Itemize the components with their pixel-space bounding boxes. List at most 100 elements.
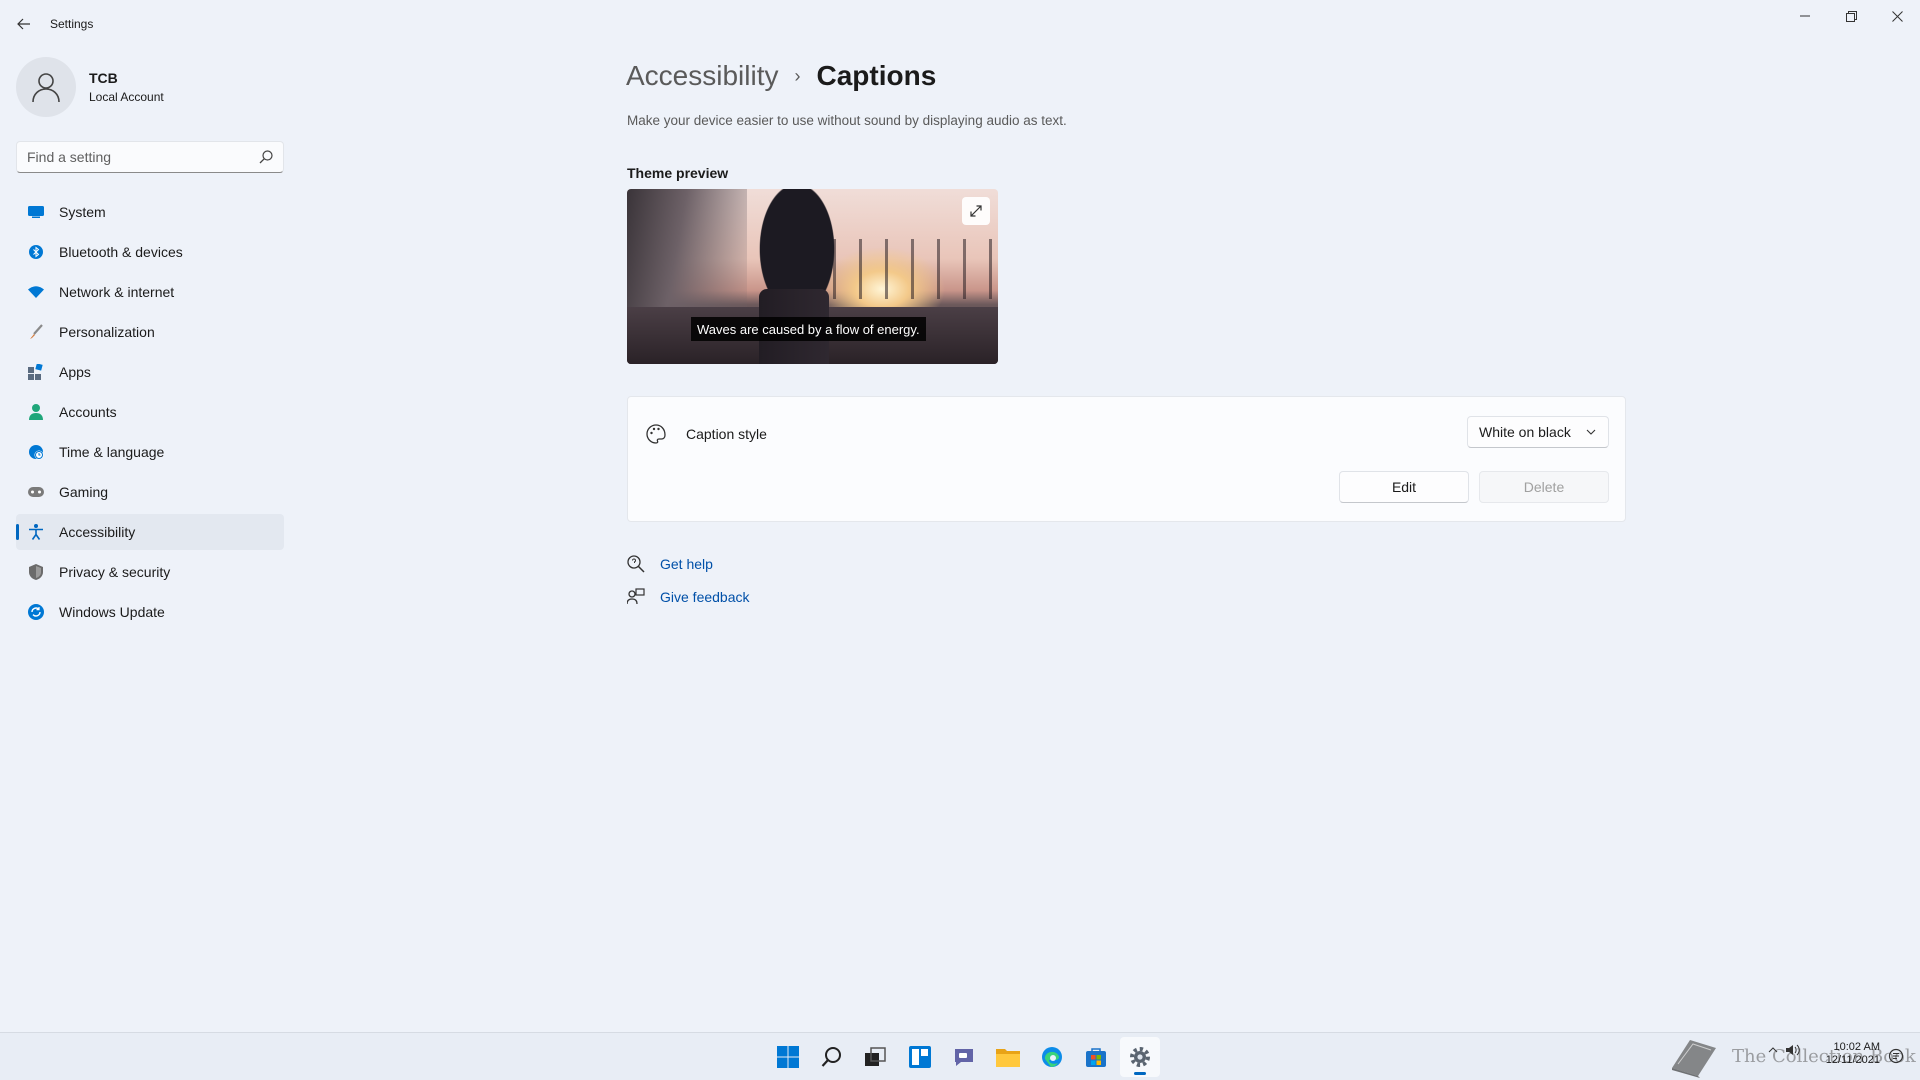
file-explorer-icon [996,1049,1020,1067]
bluetooth-icon [28,244,44,260]
sidebar-item-accounts[interactable]: Accounts [16,394,284,430]
edge-button[interactable] [1032,1037,1072,1077]
breadcrumb-separator-icon: › [794,65,801,86]
settings-taskbar-button[interactable] [1120,1037,1160,1077]
get-help-link[interactable]: Get help [627,555,713,573]
theme-preview-title: Theme preview [627,165,729,181]
search-input[interactable] [17,142,247,172]
sidebar-item-gaming[interactable]: Gaming [16,474,284,510]
task-view-button[interactable] [856,1037,896,1077]
store-button[interactable] [1076,1037,1116,1077]
user-profile[interactable]: TCB Local Account [16,57,164,117]
chevron-up-icon[interactable] [1768,1044,1778,1059]
brush-icon [28,324,44,340]
feedback-icon [627,588,645,606]
accessibility-icon [28,524,44,540]
sidebar-item-network[interactable]: Network & internet [16,274,284,310]
title-bar: Settings [0,0,1920,48]
caption-style-label: Caption style [686,426,767,442]
chat-icon [955,1049,973,1066]
delete-button[interactable]: Delete [1479,471,1609,503]
update-icon [28,604,44,620]
edit-button[interactable]: Edit [1339,471,1469,503]
profile-name: TCB [89,70,118,86]
sidebar-item-label: Bluetooth & devices [59,244,183,260]
back-button[interactable] [12,12,36,36]
breadcrumb-parent-link[interactable]: Accessibility [626,60,778,92]
sidebar-item-label: Privacy & security [59,564,171,580]
edge-icon [1042,1047,1062,1067]
sidebar-item-privacy[interactable]: Privacy & security [16,554,284,590]
taskbar-clock[interactable]: 10:02 AM 12/11/2021 [1822,1041,1880,1067]
caption-style-card: Caption style White on black Edit Delete [627,396,1626,522]
widgets-icon [909,1046,931,1068]
caption-style-dropdown[interactable]: White on black [1467,416,1609,448]
give-feedback-label: Give feedback [660,589,750,605]
sidebar-item-system[interactable]: System [16,194,284,230]
system-tray [1768,1044,1800,1059]
caption-style-selected-value: White on black [1479,424,1571,440]
chevron-down-icon [1586,429,1596,435]
sidebar-item-label: Accounts [59,404,117,420]
restore-icon [1845,10,1857,22]
sidebar-item-label: Time & language [59,444,165,460]
start-icon [777,1046,799,1068]
notification-icon[interactable] [1888,1048,1904,1064]
profile-account-type: Local Account [89,90,164,104]
avatar [16,57,76,117]
restore-button[interactable] [1828,0,1874,32]
page-description: Make your device easier to use without s… [627,113,1067,128]
app-title: Settings [50,17,94,31]
expand-preview-button[interactable] [962,197,990,225]
back-arrow-icon [17,18,30,30]
clock-time: 10:02 AM [1833,1041,1880,1053]
expand-icon [970,205,982,217]
settings-icon [1130,1047,1150,1067]
preview-caption-text: Waves are caused by a flow of energy. [691,317,926,341]
sidebar-item-label: Apps [59,364,91,380]
controller-icon [28,484,44,500]
globe-clock-icon [28,444,44,460]
system-icon [28,204,44,220]
sidebar-item-accessibility[interactable]: Accessibility [16,514,284,550]
sidebar-item-windows-update[interactable]: Windows Update [16,594,284,630]
palette-icon [646,424,666,444]
sidebar-item-label: System [59,204,106,220]
sidebar-item-label: Personalization [59,324,155,340]
sidebar-item-label: Network & internet [59,284,175,300]
close-icon [1891,10,1903,22]
search-icon [821,1047,841,1067]
sidebar-item-label: Windows Update [59,604,165,620]
wifi-icon [28,284,44,300]
minimize-button[interactable] [1782,0,1828,32]
get-help-label: Get help [660,556,713,572]
widgets-button[interactable] [900,1037,940,1077]
accounts-icon [28,404,44,420]
give-feedback-link[interactable]: Give feedback [627,588,750,606]
apps-icon [28,364,44,380]
sidebar-item-bluetooth[interactable]: Bluetooth & devices [16,234,284,270]
minimize-icon [1800,15,1810,17]
sidebar-item-time-language[interactable]: Time & language [16,434,284,470]
start-button[interactable] [768,1037,808,1077]
sidebar-item-label: Gaming [59,484,109,500]
task-view-icon [865,1047,886,1066]
page-title: Captions [816,60,937,91]
user-avatar-icon [32,73,60,103]
taskbar-search-button[interactable] [812,1037,852,1077]
sidebar-item-label: Accessibility [59,524,136,540]
sidebar-nav: System Bluetooth & devices Network & int… [16,194,284,634]
taskbar [0,1032,1920,1080]
book-logo-icon [1672,1040,1716,1078]
sidebar-item-apps[interactable]: Apps [16,354,284,390]
sidebar-item-personalization[interactable]: Personalization [16,314,284,350]
help-icon [627,555,645,573]
speaker-icon[interactable] [1786,1044,1800,1059]
chat-button[interactable] [944,1037,984,1077]
theme-preview-image: Waves are caused by a flow of energy. [627,189,998,364]
close-button[interactable] [1874,0,1920,32]
settings-search [16,141,284,173]
search-icon[interactable] [259,150,273,164]
file-explorer-button[interactable] [988,1037,1028,1077]
store-icon [1086,1048,1106,1067]
